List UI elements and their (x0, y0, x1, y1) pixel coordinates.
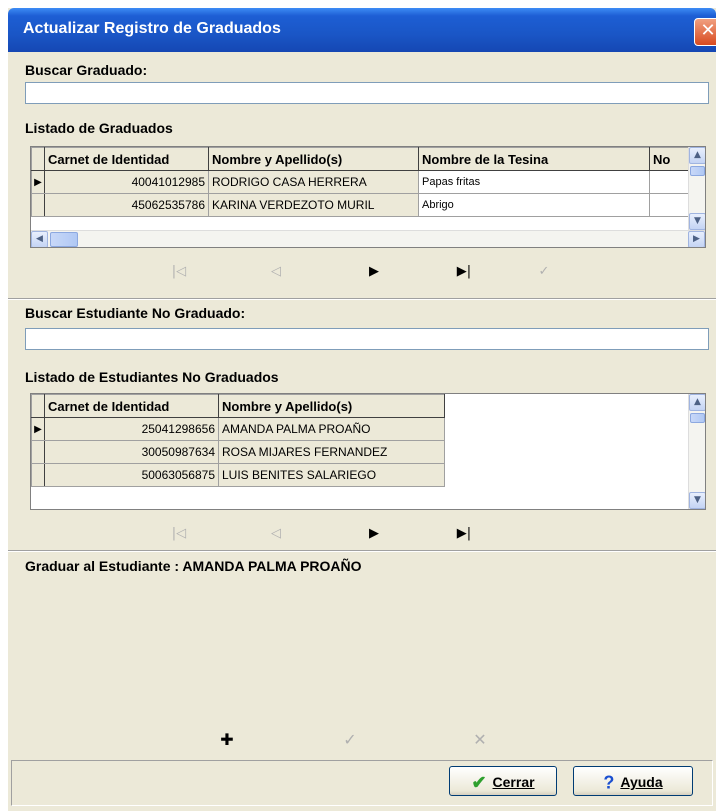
table-row[interactable]: 30050987634 ROSA MIJARES FERNANDEZ (31, 440, 445, 464)
last-record-icon[interactable]: ▶| (454, 264, 474, 279)
table-row[interactable]: 50063056875 LUIS BENITES SALARIEGO (31, 463, 445, 487)
close-button[interactable]: ✔ Cerrar (449, 766, 557, 796)
table-row[interactable]: ▶ 40041012985 RODRIGO CASA HERRERA Papas… (31, 170, 697, 194)
confirm-record-icon[interactable]: ✓ (534, 264, 554, 279)
cancel-icon[interactable]: ✕ (470, 730, 490, 749)
cell-carnet[interactable]: 30050987634 (44, 440, 219, 464)
row-indicator-icon (31, 463, 45, 487)
students-list-label: Listado de Estudiantes No Graduados (25, 369, 279, 385)
cell-nombre[interactable]: LUIS BENITES SALARIEGO (218, 463, 445, 487)
window: Actualizar Registro de Graduados ✕ Busca… (8, 8, 716, 811)
students-table: Carnet de Identidad Nombre y Apellido(s)… (31, 394, 445, 487)
column-header-carnet[interactable]: Carnet de Identidad (44, 147, 209, 171)
table-row[interactable]: 45062535786 KARINA VERDEZOTO MURIL Abrig… (31, 193, 697, 217)
graduates-vertical-scrollbar[interactable]: ▲ ▼ (688, 147, 705, 230)
table-row[interactable]: ▶ 25041298656 AMANDA PALMA PROAÑO (31, 417, 445, 441)
section-divider (8, 298, 716, 300)
cell-carnet[interactable]: 25041298656 (44, 417, 219, 441)
close-window-button[interactable]: ✕ (694, 18, 716, 46)
cell-carnet[interactable]: 45062535786 (44, 193, 209, 217)
scroll-up-icon[interactable]: ▲ (689, 394, 705, 411)
cell-tesina[interactable]: Abrigo (418, 193, 650, 217)
column-header-nombre[interactable]: Nombre y Apellido(s) (218, 394, 445, 418)
scroll-down-icon[interactable]: ▼ (689, 492, 705, 509)
students-header-row: Carnet de Identidad Nombre y Apellido(s) (31, 394, 445, 418)
graduates-table: Carnet de Identidad Nombre y Apellido(s)… (31, 147, 697, 217)
close-button-label: Cerrar (492, 774, 535, 791)
scroll-down-icon[interactable]: ▼ (689, 213, 705, 230)
cell-tesina[interactable]: Papas fritas (418, 170, 650, 194)
cell-carnet[interactable]: 50063056875 (44, 463, 219, 487)
search-student-label: Buscar Estudiante No Graduado: (25, 305, 246, 321)
graduates-grid[interactable]: Carnet de Identidad Nombre y Apellido(s)… (30, 146, 706, 248)
first-record-icon[interactable]: |◁ (169, 526, 189, 541)
graduates-horizontal-scrollbar[interactable]: ◀ ▶ (31, 230, 705, 247)
column-header-carnet[interactable]: Carnet de Identidad (44, 394, 219, 418)
last-record-icon[interactable]: ▶| (454, 526, 474, 541)
column-header-nombre[interactable]: Nombre y Apellido(s) (208, 147, 419, 171)
search-student-input[interactable] (25, 328, 709, 350)
help-button[interactable]: ? Ayuda (573, 766, 693, 796)
row-indicator-icon: ▶ (31, 170, 45, 194)
cell-nombre[interactable]: KARINA VERDEZOTO MURIL (208, 193, 419, 217)
scroll-thumb[interactable] (690, 166, 705, 176)
title-bar[interactable]: Actualizar Registro de Graduados ✕ (8, 8, 716, 52)
next-record-icon[interactable]: ▶ (364, 526, 384, 541)
help-button-label: Ayuda (620, 774, 663, 791)
add-icon[interactable]: ✚ (217, 730, 237, 749)
students-grid[interactable]: Carnet de Identidad Nombre y Apellido(s)… (30, 393, 706, 510)
first-record-icon[interactable]: |◁ (169, 264, 189, 279)
cell-nombre[interactable]: AMANDA PALMA PROAÑO (218, 417, 445, 441)
section-divider (8, 550, 716, 552)
row-indicator-icon: ▶ (31, 417, 45, 441)
scroll-thumb[interactable] (690, 413, 705, 423)
next-record-icon[interactable]: ▶ (364, 264, 384, 279)
graduates-list-label: Listado de Graduados (25, 120, 173, 136)
scroll-left-icon[interactable]: ◀ (31, 231, 48, 247)
graduates-header-row: Carnet de Identidad Nombre y Apellido(s)… (31, 147, 697, 171)
scroll-thumb[interactable] (50, 232, 78, 247)
window-title: Actualizar Registro de Graduados (23, 20, 281, 37)
help-icon: ? (603, 772, 615, 793)
cell-carnet[interactable]: 40041012985 (44, 170, 209, 194)
scroll-right-icon[interactable]: ▶ (688, 231, 705, 247)
checkmark-icon: ✔ (471, 772, 487, 793)
previous-record-icon[interactable]: ◁ (266, 526, 286, 541)
row-indicator-icon (31, 193, 45, 217)
confirm-icon[interactable]: ✓ (340, 730, 360, 749)
cell-nombre[interactable]: ROSA MIJARES FERNANDEZ (218, 440, 445, 464)
row-indicator-icon (31, 440, 45, 464)
students-vertical-scrollbar[interactable]: ▲ ▼ (688, 394, 705, 509)
search-graduate-label: Buscar Graduado: (25, 62, 148, 78)
graduate-student-label: Graduar al Estudiante : AMANDA PALMA PRO… (25, 558, 362, 574)
previous-record-icon[interactable]: ◁ (266, 264, 286, 279)
column-header-tesina[interactable]: Nombre de la Tesina (418, 147, 650, 171)
scroll-up-icon[interactable]: ▲ (689, 147, 705, 164)
search-graduate-input[interactable] (25, 82, 709, 104)
close-icon: ✕ (700, 20, 716, 41)
cell-nombre[interactable]: RODRIGO CASA HERRERA (208, 170, 419, 194)
